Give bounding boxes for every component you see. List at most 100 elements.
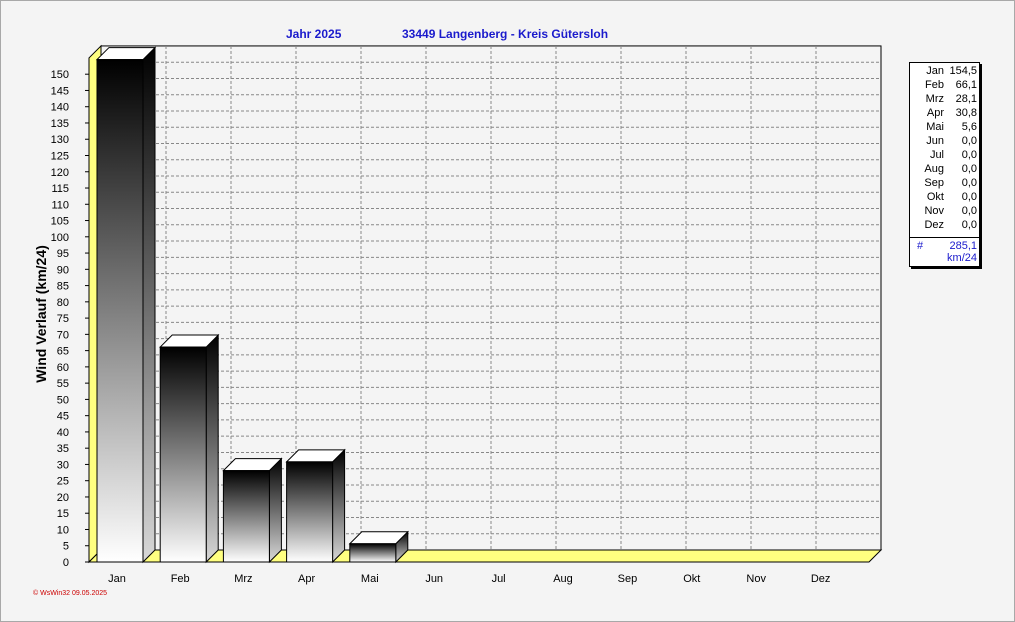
x-axis-ticks: Jan Feb Mrz Apr Mai Jun Jul Aug Sep Okt Nov Dez: [108, 573, 830, 585]
legend-month: Sep: [924, 177, 944, 189]
y-tick-label: 105: [51, 216, 69, 228]
bar-front: [286, 461, 334, 563]
x-tick-label-jul: Jul: [492, 573, 506, 585]
legend-month: Dez: [924, 219, 944, 231]
y-tick-label: 145: [51, 85, 69, 97]
x-tick-label-nov: Nov: [746, 573, 766, 585]
bar-jan: [95, 46, 157, 564]
bar-side: [205, 333, 219, 564]
y-tick-label: 55: [57, 378, 69, 390]
y-tick-label: 90: [57, 264, 69, 276]
y-tick-label: 120: [51, 167, 69, 179]
legend-value: 0,0: [961, 191, 977, 203]
bar-mrz: [222, 457, 283, 564]
y-tick-label: 140: [51, 102, 69, 114]
legend-month: Feb: [925, 79, 944, 91]
legend-month: Jul: [929, 149, 944, 161]
legend-value: 0,0: [961, 205, 977, 217]
y-tick-label: 100: [51, 232, 69, 244]
legend-row-feb: Feb 66,1: [910, 79, 979, 93]
legend-value: 28,1: [955, 93, 977, 105]
y-tick-label: 20: [57, 492, 69, 504]
bar-side: [268, 457, 282, 564]
legend-value: 0,0: [961, 219, 977, 231]
legend-value: 0,0: [961, 163, 977, 175]
x-tick-label-dez: Dez: [811, 573, 831, 585]
legend-row-dez: Dez 0,0: [910, 219, 979, 233]
y-axis-label: Wind Verlauf (km/24): [33, 245, 49, 383]
y-tick-label: 30: [57, 459, 69, 471]
y-tick-label: 40: [57, 427, 69, 439]
y-tick-label: 50: [57, 394, 69, 406]
x-tick-label-apr: Apr: [298, 573, 315, 585]
y-tick-label: 135: [51, 118, 69, 130]
legend-row-jul: Jul 0,0: [910, 149, 979, 163]
y-tick-label: 0: [63, 557, 69, 569]
legend-row-aug: Aug 0,0: [910, 163, 979, 177]
y-tick-label: 80: [57, 297, 69, 309]
legend-month: Jan: [926, 65, 944, 77]
y-tick-label: 15: [57, 508, 69, 520]
legend-value: 154,5: [949, 65, 977, 77]
bar-mai: [348, 530, 410, 564]
y-tick-label: 45: [57, 411, 69, 423]
bar-side: [142, 46, 156, 564]
bar-chart: 0 5 10 15 20 25 30 35 40 45 50 55 60 65 70 75 80 85 90 95 10…: [51, 44, 883, 585]
legend-row-nov: Nov 0,0: [910, 205, 979, 219]
y-axis-ticks: 0 5 10 15 20 25 30 35 40 45 50 55 60 65 70 75 80 85 90 95 10…: [51, 69, 89, 569]
y-tick-label: 115: [51, 183, 69, 195]
legend-month: Okt: [926, 191, 944, 203]
y-tick-label: 60: [57, 362, 69, 374]
x-tick-label-mrz: Mrz: [234, 573, 252, 585]
legend-value: 0,0: [961, 149, 977, 161]
legend-month: Jun: [926, 135, 944, 147]
footer-credit: © WsWin32 09.05.2025: [33, 590, 108, 597]
legend-row-jun: Jun 0,0: [910, 135, 979, 149]
legend-month: Apr: [926, 107, 944, 119]
legend-total-unit: km/24: [947, 252, 977, 264]
x-tick-label-jun: Jun: [425, 573, 443, 585]
chart-title-year: Jahr 2025: [286, 27, 342, 41]
bar-side: [332, 448, 346, 564]
x-tick-label-feb: Feb: [171, 573, 190, 585]
legend-row-jan: Jan 154,5: [910, 65, 979, 79]
legend-total-value: 285,1: [949, 240, 977, 252]
bar-front: [159, 346, 207, 563]
legend-separator: [910, 237, 979, 238]
y-tick-label: 35: [57, 443, 69, 455]
legend-row-okt: Okt 0,0: [910, 191, 979, 205]
y-tick-label: 10: [57, 524, 69, 536]
legend-value: 5,6: [961, 121, 977, 133]
legend-value: 66,1: [955, 79, 977, 91]
y-tick-label: 95: [57, 248, 69, 260]
y-tick-label: 150: [51, 69, 69, 81]
legend-month: Nov: [924, 205, 944, 217]
y-tick-label: 130: [51, 134, 69, 146]
legend-month: Mrz: [925, 93, 944, 105]
legend-row-sep: Sep 0,0: [910, 177, 979, 191]
y-tick-label: 125: [51, 151, 69, 163]
y-tick-label: 75: [57, 313, 69, 325]
legend-value: 0,0: [961, 177, 977, 189]
bar-front: [349, 543, 397, 563]
chart-title-location: 33449 Langenberg - Kreis Gütersloh: [402, 27, 609, 41]
y-tick-label: 70: [57, 329, 69, 341]
legend-month: Aug: [924, 163, 944, 175]
y-tick-label: 25: [57, 476, 69, 488]
bar-front: [96, 59, 144, 563]
y-tick-label: 110: [51, 199, 69, 211]
y-tick-label: 85: [57, 281, 69, 293]
bar-feb: [158, 333, 220, 564]
legend-total-symbol: #: [917, 240, 924, 252]
x-tick-label-mai: Mai: [361, 573, 379, 585]
legend-row-apr: Apr 30,8: [910, 107, 979, 121]
x-tick-label-sep: Sep: [618, 573, 638, 585]
y-tick-label: 65: [57, 346, 69, 358]
x-tick-label-aug: Aug: [553, 573, 573, 585]
legend-month: Mai: [926, 121, 944, 133]
bar-front: [222, 470, 270, 563]
legend-value: 30,8: [955, 107, 977, 119]
legend-row-mai: Mai 5,6: [910, 121, 979, 135]
legend-row-mrz: Mrz 28,1: [910, 93, 979, 107]
bar-apr: [285, 448, 346, 564]
